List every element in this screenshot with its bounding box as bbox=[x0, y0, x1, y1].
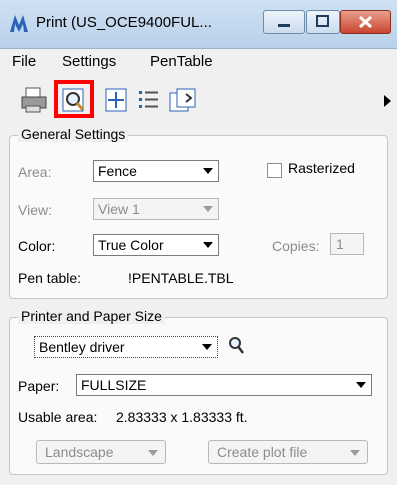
color-label: Color: bbox=[18, 238, 56, 254]
rasterized-label: Rasterized bbox=[288, 160, 355, 176]
orientation-select-value: Landscape bbox=[45, 444, 114, 460]
plot-file-select-value: Create plot file bbox=[217, 444, 308, 460]
general-settings-title: General Settings bbox=[18, 126, 129, 142]
microstation-icon bbox=[8, 12, 30, 34]
menu-pentable[interactable]: PenTable bbox=[150, 53, 213, 70]
printer-paper-group: Printer and Paper Size Bentley driver Pa… bbox=[9, 308, 388, 475]
color-select-value: True Color bbox=[98, 237, 164, 253]
menu-file[interactable]: File bbox=[12, 53, 36, 70]
driver-select[interactable]: Bentley driver bbox=[34, 336, 218, 358]
search-icon[interactable] bbox=[228, 336, 246, 359]
general-settings-group: General Settings Area: Fence Rasterized … bbox=[9, 126, 388, 299]
view-select-value: View 1 bbox=[98, 201, 140, 217]
view-label: View: bbox=[18, 202, 52, 218]
printer-paper-title: Printer and Paper Size bbox=[18, 308, 165, 324]
pentable-value: !PENTABLE.TBL bbox=[128, 270, 234, 286]
export-icon[interactable] bbox=[168, 86, 196, 114]
pentable-label: Pen table: bbox=[18, 270, 82, 286]
toolbar-overflow-icon[interactable] bbox=[384, 94, 392, 110]
chevron-down-icon bbox=[356, 382, 366, 388]
title-bar: Print (US_OCE9400FUL... bbox=[0, 0, 397, 49]
chevron-down-icon bbox=[203, 206, 213, 212]
view-select[interactable]: View 1 bbox=[93, 198, 219, 220]
area-select-value: Fence bbox=[98, 163, 137, 179]
usable-area-label: Usable area: bbox=[18, 409, 98, 425]
minimize-button[interactable] bbox=[263, 10, 305, 34]
preview-icon[interactable] bbox=[60, 86, 88, 114]
usable-area-value: 2.83333 x 1.83333 ft. bbox=[116, 409, 248, 425]
toolbar bbox=[0, 76, 397, 124]
chevron-down-icon bbox=[203, 168, 213, 174]
copies-label: Copies: bbox=[272, 238, 320, 254]
chevron-down-icon bbox=[202, 344, 212, 350]
chevron-down-icon bbox=[350, 450, 360, 456]
printer-icon[interactable] bbox=[20, 86, 48, 114]
area-select[interactable]: Fence bbox=[93, 160, 219, 182]
fit-area-icon[interactable] bbox=[103, 86, 131, 114]
menu-settings[interactable]: Settings bbox=[62, 53, 116, 70]
print-dialog: Print (US_OCE9400FUL... File Settings Pe… bbox=[0, 0, 397, 485]
paper-select[interactable]: FULLSIZE bbox=[76, 374, 372, 396]
paper-label: Paper: bbox=[18, 378, 60, 394]
color-select[interactable]: True Color bbox=[93, 234, 219, 256]
rasterized-checkbox[interactable] bbox=[267, 163, 282, 178]
menu-bar: File Settings PenTable bbox=[0, 48, 397, 74]
plot-file-select[interactable]: Create plot file bbox=[208, 440, 368, 464]
close-button[interactable] bbox=[340, 10, 391, 34]
maximize-button[interactable] bbox=[306, 10, 340, 34]
paper-select-value: FULLSIZE bbox=[81, 377, 147, 393]
chevron-down-icon bbox=[148, 450, 158, 456]
window-title: Print (US_OCE9400FUL... bbox=[36, 14, 212, 31]
driver-select-value: Bentley driver bbox=[39, 339, 125, 355]
orientation-select[interactable]: Landscape bbox=[36, 440, 166, 464]
copies-field[interactable]: 1 bbox=[330, 233, 364, 255]
list-icon[interactable] bbox=[135, 86, 163, 114]
chevron-down-icon bbox=[203, 242, 213, 248]
area-label: Area: bbox=[18, 164, 52, 180]
